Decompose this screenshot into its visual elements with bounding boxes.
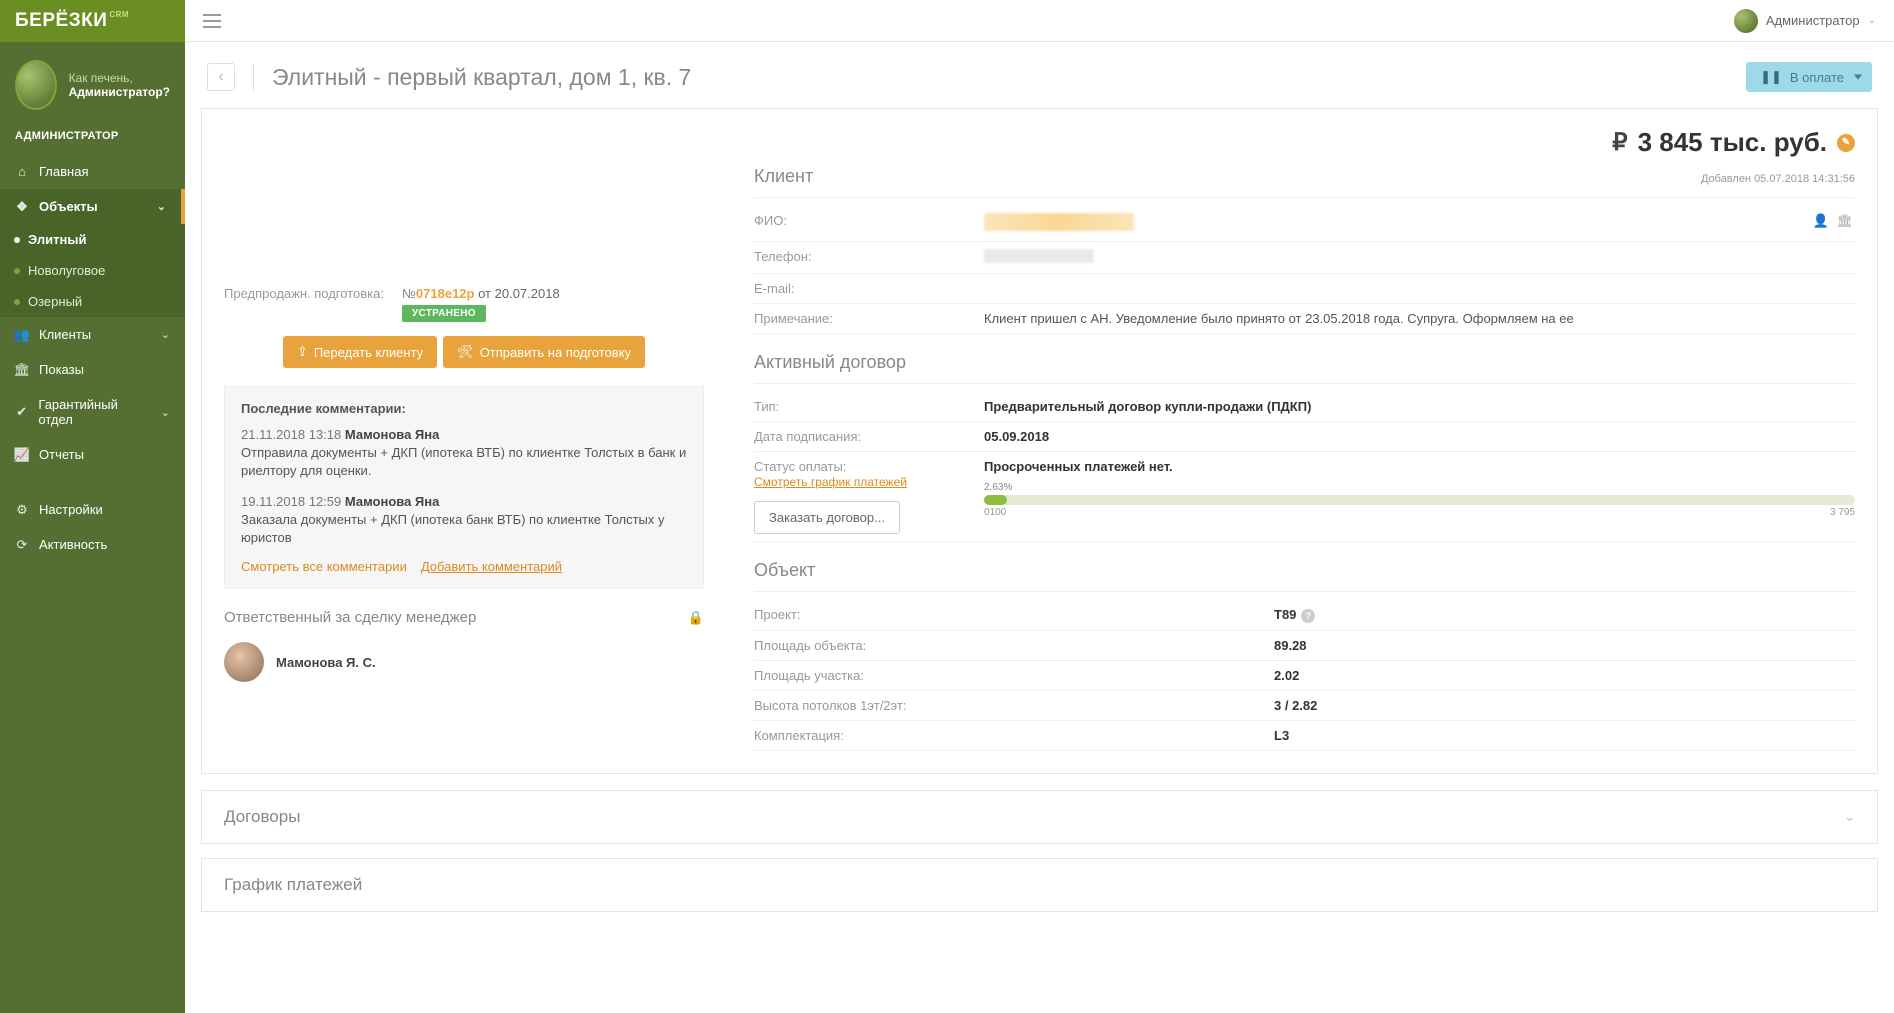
presale-doc-link[interactable]: 0718e12p xyxy=(416,286,475,301)
share-icon: ⇪ xyxy=(297,344,308,360)
role-label: АДМИНИСТРАТОР xyxy=(0,122,185,154)
transfer-client-button[interactable]: ⇪Передать клиенту xyxy=(283,336,437,368)
nav-objects[interactable]: ❖Объекты⌄ xyxy=(0,189,185,224)
payment-progress: 2.63% 01003 795 xyxy=(984,478,1855,518)
accordion-contracts[interactable]: Договоры ⌄ xyxy=(201,790,1878,844)
nav-clients[interactable]: 👥Клиенты⌄ xyxy=(0,317,185,352)
order-contract-button[interactable]: Заказать договор... xyxy=(754,501,900,534)
activity-icon: ⟳ xyxy=(15,538,29,552)
lock-icon: 🔒 xyxy=(688,610,704,626)
logo-text: БЕРЁЗКИCRM xyxy=(15,10,129,32)
chevron-down-icon: ⌄ xyxy=(157,200,166,213)
view-all-comments-link[interactable]: Смотреть все комментарии xyxy=(241,559,407,574)
presale-doc: №0718e12p от 20.07.2018 xyxy=(402,286,560,301)
chevron-down-icon: ⌄ xyxy=(1844,809,1855,825)
nav-shows[interactable]: 🏛Показы xyxy=(0,352,185,387)
manager-row: Мамонова Я. С. xyxy=(224,642,704,682)
presale-status-badge: УСТРАНЕНО xyxy=(402,305,486,322)
avatar[interactable] xyxy=(15,60,57,110)
send-prepare-button[interactable]: 🛠Отправить на подготовку xyxy=(443,336,645,368)
object-table: Проект:Т89? Площадь объекта:89.28 Площад… xyxy=(754,600,1855,751)
status-dropdown[interactable]: ❚❚ В оплате xyxy=(1746,62,1872,92)
top-user-menu[interactable]: Администратор ⌄ xyxy=(1734,9,1876,33)
divider xyxy=(253,64,254,90)
chevron-down-icon: ⌄ xyxy=(161,328,170,341)
manager-avatar[interactable] xyxy=(224,642,264,682)
sidebar: БЕРЁЗКИCRM Как печень, Администратор? АД… xyxy=(0,0,185,1013)
redacted-fio xyxy=(984,213,1134,231)
subnav-ozerny[interactable]: Озерный xyxy=(0,286,185,317)
users-icon: 👥 xyxy=(15,328,29,342)
comments-box: Последние комментарии: 21.11.2018 13:18 … xyxy=(224,386,704,589)
main-panel: ₽ 3 845 тыс. руб. ✎ Предпродажн. подгото… xyxy=(201,108,1878,774)
topbar: Администратор ⌄ xyxy=(185,0,1894,42)
avatar xyxy=(1734,9,1758,33)
layers-icon: ❖ xyxy=(15,200,29,214)
page-title: Элитный - первый квартал, дом 1, кв. 7 xyxy=(272,64,691,91)
logo[interactable]: БЕРЁЗКИCRM xyxy=(0,0,185,42)
contract-table: Тип:Предварительный договор купли-продаж… xyxy=(754,392,1855,542)
nav-home[interactable]: ⌂Главная xyxy=(0,154,185,189)
nav-activity[interactable]: ⟳Активность xyxy=(0,527,185,562)
presale-label: Предпродажн. подготовка: xyxy=(224,286,384,301)
accordion-schedule[interactable]: График платежей xyxy=(201,858,1878,912)
manager-heading: Ответственный за сделку менеджер 🔒 xyxy=(224,609,704,630)
ruble-icon: ₽ xyxy=(1612,128,1627,157)
client-heading: Клиент xyxy=(754,166,813,191)
object-heading: Объект xyxy=(754,560,815,585)
tools-icon: 🛠 xyxy=(457,344,474,360)
menu-toggle-icon[interactable] xyxy=(203,14,221,28)
nav-reports[interactable]: 📈Отчеты xyxy=(0,437,185,472)
wallet-icon: ❚❚ xyxy=(1760,69,1782,85)
sidebar-user-block: Как печень, Администратор? xyxy=(0,42,185,122)
page-header: ‹ Элитный - первый квартал, дом 1, кв. 7… xyxy=(185,42,1894,108)
subnav-novolugovoe[interactable]: Новолуговое xyxy=(0,255,185,286)
chevron-down-icon: ⌄ xyxy=(1868,15,1876,26)
client-table: ФИО:👤 🏛 Телефон: E-mail: Примечание:Клие… xyxy=(754,206,1855,334)
edit-price-button[interactable]: ✎ xyxy=(1837,134,1855,152)
client-action-icons[interactable]: 👤 🏛 xyxy=(1813,213,1855,229)
manager-name: Мамонова Я. С. xyxy=(276,655,376,670)
top-user-name: Администратор xyxy=(1766,13,1860,28)
comment-item: 19.11.2018 12:59 Мамонова Яна Заказала д… xyxy=(241,493,687,548)
redacted-phone xyxy=(984,249,1094,263)
chart-icon: 📈 xyxy=(15,448,29,462)
price: ₽ 3 845 тыс. руб. ✎ xyxy=(1612,127,1855,158)
add-comment-link[interactable]: Добавить комментарий xyxy=(421,559,562,574)
comments-heading: Последние комментарии: xyxy=(241,401,687,416)
presale-row: Предпродажн. подготовка: №0718e12p от 20… xyxy=(224,286,704,322)
shield-icon: ✔ xyxy=(15,405,28,419)
back-button[interactable]: ‹ xyxy=(207,63,235,91)
greeting: Как печень, Администратор? xyxy=(69,71,170,99)
client-added-ts: Добавлен 05.07.2018 14:31:56 xyxy=(1701,173,1855,185)
info-icon[interactable]: ? xyxy=(1301,609,1315,623)
contract-heading: Активный договор xyxy=(754,352,906,377)
gear-icon: ⚙ xyxy=(15,503,29,517)
nav-settings[interactable]: ⚙Настройки xyxy=(0,492,185,527)
chevron-down-icon: ⌄ xyxy=(161,406,170,419)
subnav-elite[interactable]: Элитный xyxy=(0,224,185,255)
building-icon: 🏛 xyxy=(15,363,29,377)
home-icon: ⌂ xyxy=(15,165,29,179)
payment-schedule-link[interactable]: Смотреть график платежей xyxy=(754,475,907,489)
comment-item: 21.11.2018 13:18 Мамонова Яна Отправила … xyxy=(241,426,687,481)
nav-warranty[interactable]: ✔Гарантийный отдел⌄ xyxy=(0,387,185,437)
